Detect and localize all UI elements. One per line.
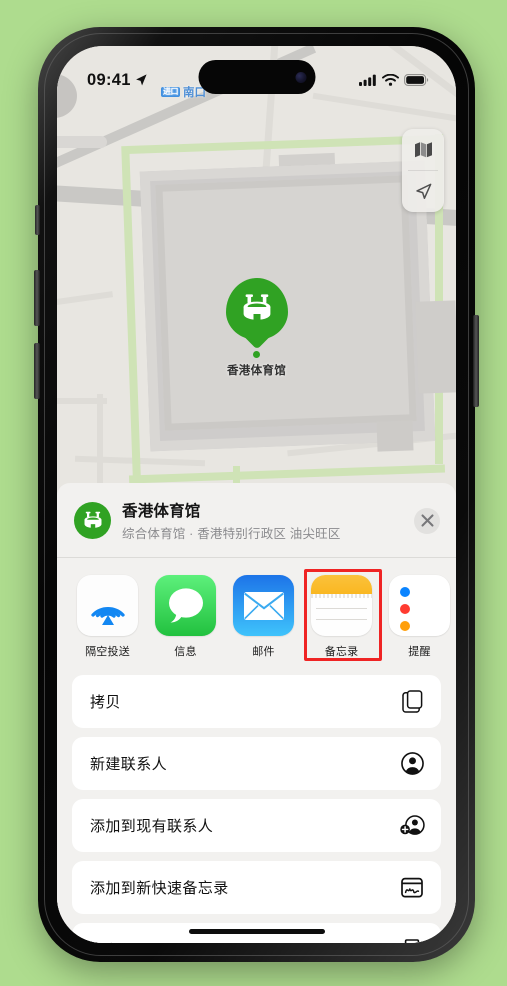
silent-switch[interactable] bbox=[35, 205, 40, 235]
notes-line bbox=[316, 608, 367, 609]
share-app-reminders[interactable]: 提醒 bbox=[389, 575, 450, 659]
map-pin-dot bbox=[253, 351, 260, 358]
phone-frame: 进口 南口 香港体育馆 09:41 香港体育馆 综合体育馆 · 香港特别行政区 … bbox=[34, 27, 479, 962]
map-controls[interactable] bbox=[402, 129, 444, 212]
share-app-messages[interactable]: 信息 bbox=[155, 575, 216, 659]
action-label: 拷贝 bbox=[90, 694, 121, 711]
action-label: 打印 bbox=[90, 939, 121, 943]
status-time: 09:41 bbox=[87, 70, 131, 89]
home-indicator[interactable] bbox=[188, 929, 325, 934]
notes-icon bbox=[311, 575, 372, 636]
location-arrow-icon bbox=[415, 183, 431, 200]
map-layers-button[interactable] bbox=[402, 129, 444, 170]
reminder-dot-orange bbox=[400, 621, 410, 631]
action-label: 添加到新快速备忘录 bbox=[90, 880, 229, 897]
quick-note-icon bbox=[399, 877, 425, 898]
printer-icon bbox=[399, 938, 425, 943]
dynamic-island[interactable] bbox=[198, 60, 315, 94]
action-row-add-existing-contact[interactable]: 添加到现有联系人 bbox=[72, 799, 441, 852]
map-building bbox=[57, 136, 107, 148]
share-apps-row[interactable]: 隔空投送 信息 邮件 备忘录 提醒 bbox=[57, 558, 456, 670]
action-label: 新建联系人 bbox=[90, 756, 168, 773]
map-building bbox=[376, 420, 414, 452]
share-app-mail[interactable]: 邮件 bbox=[233, 575, 294, 659]
map-greenway bbox=[127, 134, 444, 154]
volume-up-button[interactable] bbox=[34, 270, 40, 326]
reminder-dot-blue bbox=[400, 587, 410, 597]
share-app-label: 提醒 bbox=[408, 646, 431, 658]
add-to-contact-icon bbox=[399, 814, 425, 837]
messages-icon bbox=[155, 575, 216, 636]
status-indicators bbox=[359, 74, 429, 86]
location-arrow-icon bbox=[135, 74, 147, 86]
stadium-pin-icon bbox=[243, 294, 270, 320]
new-contact-icon bbox=[399, 752, 425, 775]
power-button[interactable] bbox=[473, 315, 479, 407]
map-road bbox=[57, 398, 107, 404]
action-row-quick-note[interactable]: 添加到新快速备忘录 bbox=[72, 861, 441, 914]
place-subtitle: 综合体育馆 · 香港特别行政区 油尖旺区 bbox=[122, 527, 341, 541]
close-button[interactable] bbox=[414, 507, 440, 534]
map-road bbox=[57, 291, 114, 307]
action-row-new-contact[interactable]: 新建联系人 bbox=[72, 737, 441, 790]
map-greenway bbox=[128, 464, 446, 484]
share-sheet: 香港体育馆 综合体育馆 · 香港特别行政区 油尖旺区 隔空投送 信息 邮件 备忘… bbox=[57, 483, 456, 943]
phone-screen: 进口 南口 香港体育馆 09:41 香港体育馆 综合体育馆 · 香港特别行政区 … bbox=[57, 46, 456, 943]
map-layers-icon bbox=[414, 142, 432, 158]
share-actions-list: 拷贝 新建联系人 添加到现有联系人 添加到新快速备忘录 bbox=[57, 670, 456, 943]
map-building bbox=[415, 300, 456, 394]
map-place-pin[interactable]: 香港体育馆 bbox=[225, 278, 288, 378]
page-title: 香港体育馆 bbox=[122, 503, 201, 520]
share-app-notes[interactable]: 备忘录 bbox=[304, 569, 382, 661]
map-pin-bubble[interactable] bbox=[225, 278, 288, 340]
action-row-copy[interactable]: 拷贝 bbox=[72, 675, 441, 728]
map-pin-label: 香港体育馆 bbox=[227, 365, 286, 377]
notes-line bbox=[316, 619, 367, 620]
copy-icon bbox=[399, 690, 425, 713]
front-camera-icon bbox=[295, 71, 306, 83]
cellular-bars-icon bbox=[359, 74, 376, 86]
volume-down-button[interactable] bbox=[34, 343, 40, 399]
action-label: 添加到现有联系人 bbox=[90, 818, 214, 835]
share-sheet-title-group: 香港体育馆 综合体育馆 · 香港特别行政区 油尖旺区 bbox=[122, 499, 403, 542]
status-time-group: 09:41 bbox=[87, 71, 148, 90]
share-app-label: 备忘录 bbox=[324, 646, 359, 658]
reminders-icon bbox=[389, 575, 450, 636]
stadium-icon bbox=[74, 502, 111, 539]
battery-full-icon bbox=[404, 74, 429, 86]
reminder-dot-red bbox=[400, 604, 410, 614]
share-app-label: 隔空投送 bbox=[85, 646, 130, 658]
share-sheet-header: 香港体育馆 综合体育馆 · 香港特别行政区 油尖旺区 bbox=[57, 483, 456, 558]
notes-top-band bbox=[311, 575, 372, 594]
share-app-label: 信息 bbox=[174, 646, 197, 658]
share-app-label: 邮件 bbox=[252, 646, 275, 658]
notes-perforation bbox=[311, 594, 372, 598]
airdrop-icon bbox=[77, 575, 138, 636]
close-icon bbox=[420, 514, 434, 527]
map-locate-button[interactable] bbox=[402, 171, 444, 212]
share-app-airdrop[interactable]: 隔空投送 bbox=[77, 575, 138, 659]
wifi-icon bbox=[382, 74, 399, 86]
mail-icon bbox=[233, 575, 294, 636]
